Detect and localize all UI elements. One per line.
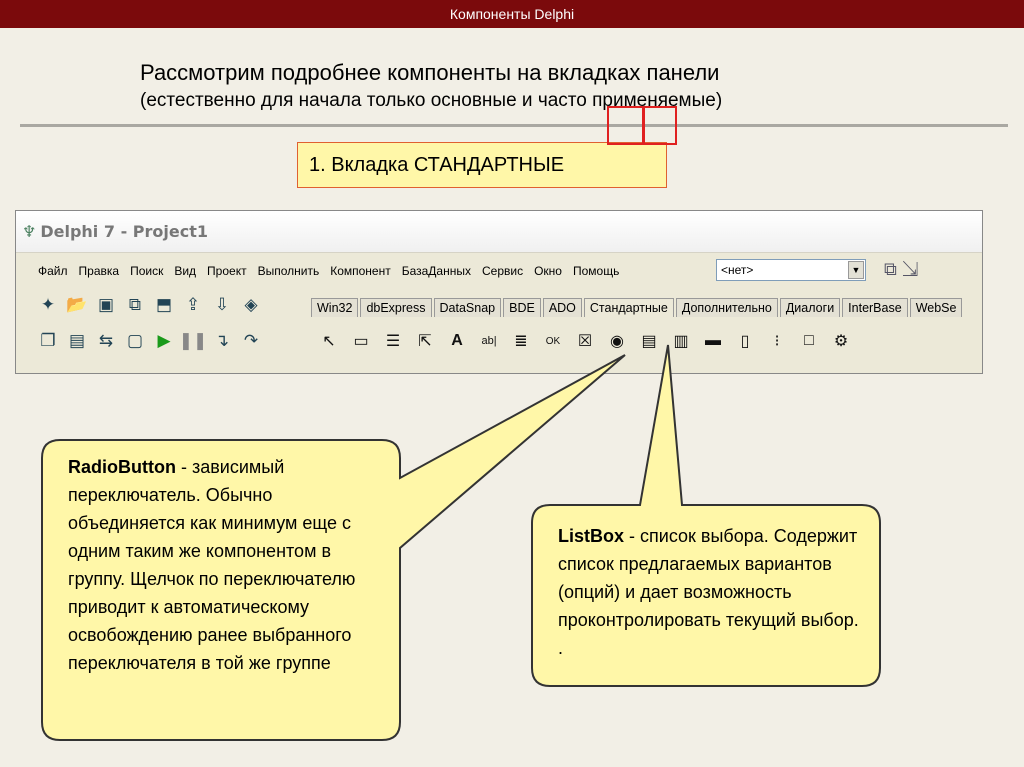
listbox-description: ListBox - список выбора. Содержит список… [558, 522, 868, 662]
listbox-term: ListBox [558, 526, 625, 546]
radiobutton-description: RadioButton - зависимый переключатель. О… [68, 453, 388, 677]
radiobutton-text: - зависимый переключатель. Обычно объеди… [68, 457, 356, 673]
radiobutton-term: RadioButton [68, 457, 176, 477]
